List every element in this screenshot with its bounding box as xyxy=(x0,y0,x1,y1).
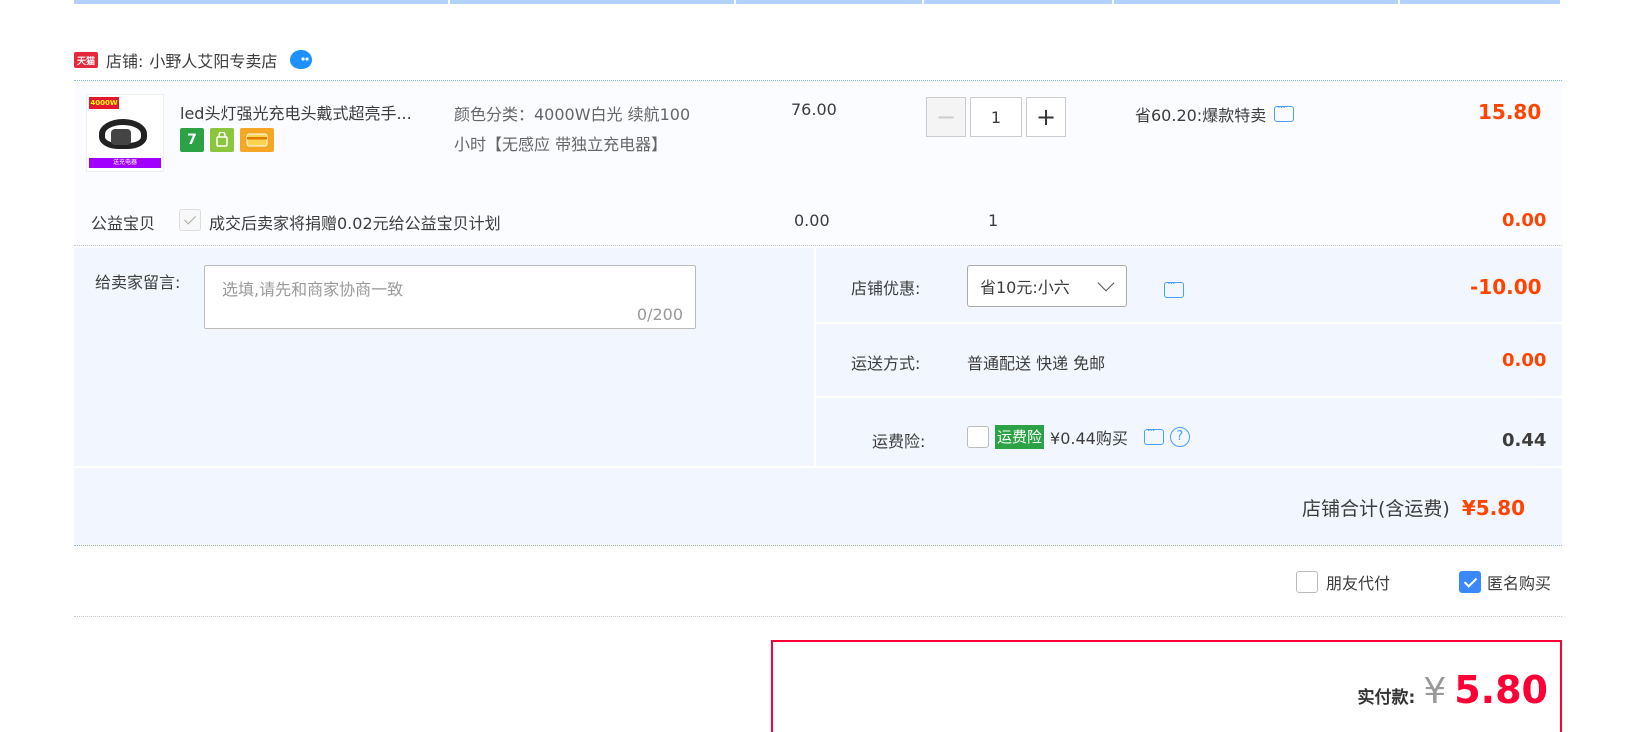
discount-row xyxy=(816,248,1562,322)
insurance-amount: 0.44 xyxy=(1502,430,1547,451)
tmall-icon: 天猫 xyxy=(74,52,98,68)
shipping-row xyxy=(816,324,1562,396)
thumb-banner: 4000W xyxy=(89,97,119,109)
item-divider xyxy=(74,245,1562,246)
charity-subtotal: 0.00 xyxy=(1502,210,1547,231)
insurance-option: 运费险 ¥0.44购买 ? xyxy=(967,424,1190,449)
message-placeholder: 选填,请先和商家协商一致 xyxy=(222,280,404,299)
promo-info: 省60.20:爆款特卖 xyxy=(1135,101,1295,126)
discount-amount: -10.00 xyxy=(1470,275,1542,299)
friend-pay-option[interactable]: 朋友代付 xyxy=(1296,570,1390,594)
item-subtotal: 15.80 xyxy=(1478,100,1542,124)
seven-day-return-icon: 7 xyxy=(180,128,204,152)
credit-card-icon xyxy=(240,128,274,152)
chevron-down-icon xyxy=(1097,274,1115,292)
discount-chat-icon[interactable] xyxy=(1164,277,1185,298)
promo-text: 省60.20:爆款特卖 xyxy=(1135,106,1267,125)
sku-line-1: 颜色分类：4000W白光 续航100 xyxy=(454,105,691,124)
shipping-label: 运送方式: xyxy=(851,354,921,373)
shopping-bag-icon xyxy=(210,128,234,152)
anonymous-label: 匿名购买 xyxy=(1487,574,1552,593)
message-counter: 0/200 xyxy=(636,305,683,324)
payment-label: 实付款: xyxy=(1357,688,1416,708)
payment-total: 实付款: ¥ 5.80 xyxy=(1358,668,1548,712)
quantity-stepper: − 1 + xyxy=(926,97,1066,137)
help-icon[interactable]: ? xyxy=(1169,427,1190,447)
charity-label: 公益宝贝 xyxy=(91,214,156,233)
payment-amount: 5.80 xyxy=(1454,668,1548,712)
unit-price: 76.00 xyxy=(791,100,837,119)
shop-label: 店铺: xyxy=(106,52,144,71)
friend-pay-checkbox[interactable] xyxy=(1296,571,1318,593)
charity-price: 0.00 xyxy=(794,211,830,230)
insurance-tag: 运费险 xyxy=(995,425,1045,449)
shop-total: 店铺合计(含运费) ¥5.80 xyxy=(1302,494,1525,521)
insurance-checkbox[interactable] xyxy=(967,426,989,448)
discount-select[interactable]: 省10元:小六 xyxy=(967,265,1127,307)
discount-selected: 省10元:小六 xyxy=(980,278,1070,297)
insurance-chat-icon[interactable] xyxy=(1143,424,1164,445)
charity-checkbox xyxy=(179,209,201,231)
chat-bubble-icon[interactable] xyxy=(1274,101,1295,122)
sku-info: 颜色分类：4000W白光 续航100 小时【无感应 带独立充电器】 xyxy=(454,100,690,160)
shop-total-label: 店铺合计(含运费) xyxy=(1302,498,1450,520)
wangwang-chat-icon[interactable] xyxy=(289,49,313,71)
shipping-amount: 0.00 xyxy=(1502,350,1547,371)
qty-plus-button[interactable]: + xyxy=(1026,97,1066,137)
qty-minus-button[interactable]: − xyxy=(926,97,966,137)
friend-pay-label: 朋友代付 xyxy=(1326,574,1391,593)
table-header-bar xyxy=(74,0,1562,4)
thumb-footer: 送充电器 xyxy=(89,158,161,168)
insurance-label: 运费险: xyxy=(872,432,926,451)
product-title-link[interactable]: led头灯强光充电头戴式超亮手... xyxy=(180,100,412,124)
anonymous-option[interactable]: 匿名购买 xyxy=(1459,570,1551,594)
shipping-value: 普通配送 快递 免邮 xyxy=(967,354,1106,373)
qty-input[interactable]: 1 xyxy=(970,97,1022,137)
discount-label: 店铺优惠: xyxy=(851,279,921,298)
options-divider xyxy=(74,616,1562,617)
service-badges: 7 xyxy=(180,128,280,152)
anonymous-checkbox[interactable] xyxy=(1459,571,1481,593)
shop-name-link[interactable]: 小野人艾阳专卖店 xyxy=(149,48,277,72)
headlamp-lens xyxy=(111,129,131,145)
charity-qty: 1 xyxy=(988,211,999,230)
message-label: 给卖家留言: xyxy=(95,273,181,292)
total-divider xyxy=(74,545,1562,546)
shop-total-amount: ¥5.80 xyxy=(1461,496,1526,520)
payment-currency: ¥ xyxy=(1423,671,1447,712)
product-thumbnail[interactable]: 4000W 送充电器 xyxy=(86,94,164,172)
charity-text: 成交后卖家将捐赠0.02元给公益宝贝计划 xyxy=(209,214,501,233)
shop-header: 天猫 店铺: 小野人艾阳专卖店 xyxy=(74,46,313,74)
sku-line-2: 小时【无感应 带独立充电器】 xyxy=(454,135,668,154)
seller-message-input[interactable]: 选填,请先和商家协商一致 0/200 xyxy=(204,265,696,329)
payment-box: 实付款: ¥ 5.80 xyxy=(771,640,1562,732)
insurance-price: ¥0.44购买 xyxy=(1050,429,1128,448)
